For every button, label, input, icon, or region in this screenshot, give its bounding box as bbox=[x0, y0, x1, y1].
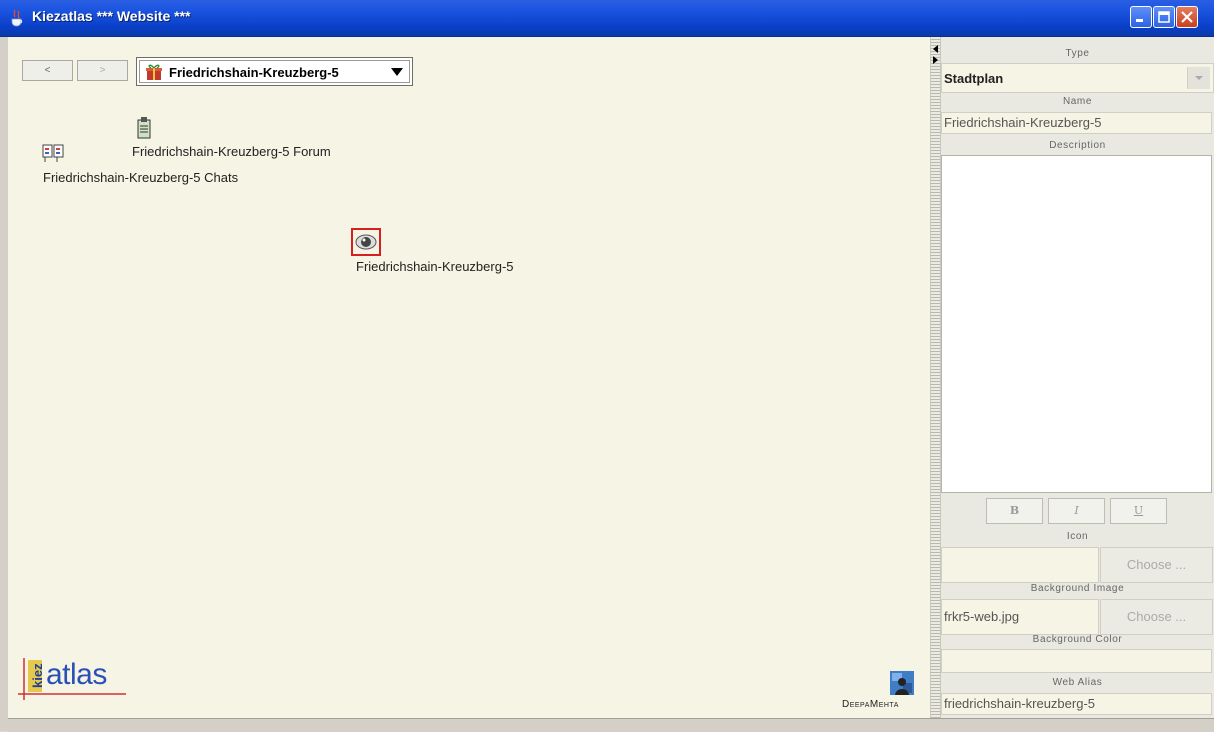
web-alias-label: Web Alias bbox=[1052, 677, 1103, 688]
type-select[interactable]: Stadtplan bbox=[941, 63, 1214, 93]
forward-button[interactable]: > bbox=[77, 60, 128, 81]
java-cup-icon bbox=[11, 9, 23, 27]
type-label: Type bbox=[1065, 48, 1090, 59]
icon-label: Icon bbox=[1066, 531, 1089, 542]
name-field[interactable]: Friedrichshain-Kreuzberg-5 bbox=[941, 112, 1212, 134]
split-pane-divider[interactable] bbox=[930, 37, 941, 718]
window-title: Kiezatlas *** Website *** bbox=[32, 8, 191, 24]
maximize-button[interactable] bbox=[1153, 6, 1175, 28]
icon-choose-button[interactable]: Choose ... bbox=[1100, 547, 1213, 583]
background-image-field[interactable]: frkr5-web.jpg bbox=[941, 599, 1099, 635]
italic-button[interactable]: I bbox=[1048, 498, 1105, 524]
close-icon bbox=[1181, 11, 1193, 23]
background-image-choose-button[interactable]: Choose ... bbox=[1100, 599, 1213, 635]
background-color-label: Background Color bbox=[1032, 634, 1123, 645]
bold-button[interactable]: B bbox=[986, 498, 1043, 524]
type-dropdown-button[interactable] bbox=[1187, 67, 1210, 89]
forum-clipboard-icon[interactable] bbox=[135, 116, 153, 140]
kiezatlas-logo: kiez atlas bbox=[18, 654, 128, 706]
forum-node-label[interactable]: Friedrichshain-Kreuzberg-5 Forum bbox=[132, 144, 331, 159]
name-label: Name bbox=[1062, 96, 1093, 107]
description-label: Description bbox=[1049, 140, 1106, 151]
topicmap-canvas[interactable]: < > Friedrichshain-Kreuzberg-5 Friedrich… bbox=[8, 37, 930, 718]
close-button[interactable] bbox=[1176, 6, 1198, 28]
deepamehta-logo-text: DeepaMehta bbox=[842, 699, 899, 710]
splitter-arrows-icon[interactable] bbox=[932, 45, 940, 65]
minimize-icon bbox=[1136, 19, 1143, 22]
selected-map-node[interactable] bbox=[351, 228, 381, 256]
back-button[interactable]: < bbox=[22, 60, 73, 81]
status-bar bbox=[8, 718, 1214, 732]
window-left-edge bbox=[0, 37, 8, 731]
chevron-down-icon bbox=[1195, 76, 1203, 80]
deepamehta-logo-icon bbox=[890, 671, 914, 695]
topicmap-name: Friedrichshain-Kreuzberg-5 bbox=[169, 65, 339, 80]
kiez-text: kiez bbox=[30, 663, 45, 688]
background-color-field[interactable] bbox=[941, 649, 1212, 673]
background-image-label: Background Image bbox=[1030, 583, 1125, 594]
title-bar: Kiezatlas *** Website *** bbox=[0, 0, 1214, 37]
web-alias-field[interactable]: friedrichshain-kreuzberg-5 bbox=[941, 693, 1212, 715]
map-node-label[interactable]: Friedrichshain-Kreuzberg-5 bbox=[356, 259, 514, 274]
atlas-text: atlas bbox=[46, 658, 107, 691]
description-textarea[interactable] bbox=[941, 155, 1212, 493]
topicmap-selector[interactable]: Friedrichshain-Kreuzberg-5 bbox=[136, 57, 413, 86]
type-value: Stadtplan bbox=[944, 71, 1004, 86]
chat-bubbles-icon[interactable] bbox=[42, 143, 64, 165]
gift-box-icon bbox=[146, 64, 162, 80]
chats-node-label[interactable]: Friedrichshain-Kreuzberg-5 Chats bbox=[43, 170, 238, 185]
dropdown-arrow-icon bbox=[391, 68, 403, 76]
underline-button[interactable]: U bbox=[1110, 498, 1167, 524]
minimize-button[interactable] bbox=[1130, 6, 1152, 28]
maximize-icon bbox=[1158, 11, 1170, 23]
eye-icon bbox=[355, 234, 377, 250]
property-panel: Type Stadtplan Name Friedrichshain-Kreuz… bbox=[941, 37, 1214, 718]
icon-field[interactable] bbox=[941, 547, 1099, 583]
